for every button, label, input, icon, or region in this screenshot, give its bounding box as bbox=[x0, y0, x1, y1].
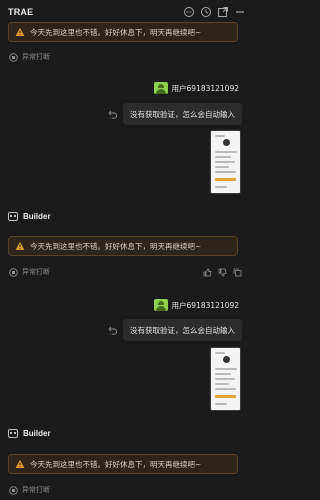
robot-icon bbox=[8, 428, 18, 438]
message-bubble: 没有获取验证，怎么会自动输入 bbox=[123, 319, 242, 341]
interrupt-status: 异常打断 bbox=[9, 484, 50, 496]
chat-icon[interactable] bbox=[183, 6, 195, 18]
warning-banner: 今天先到这里也不错。好好休息下，明天再继续吧~ bbox=[8, 454, 238, 474]
interrupt-icon bbox=[9, 52, 18, 62]
user-header: 用户69183121092 bbox=[153, 81, 240, 95]
warning-icon bbox=[15, 459, 25, 468]
interrupt-text: 异常打断 bbox=[22, 486, 50, 494]
builder-label: Builder bbox=[23, 211, 51, 221]
username: 用户69183121092 bbox=[171, 300, 240, 310]
interrupt-icon bbox=[9, 267, 18, 277]
minimize-icon[interactable] bbox=[234, 6, 246, 18]
title-actions bbox=[183, 6, 246, 18]
warning-text: 今天先到这里也不错。好好休息下，明天再继续吧~ bbox=[30, 241, 202, 251]
thumbs-up-icon[interactable] bbox=[203, 268, 212, 277]
builder-label: Builder bbox=[23, 428, 51, 438]
message-actions bbox=[203, 268, 242, 277]
interrupt-status: 异常打断 bbox=[9, 51, 50, 63]
thumbs-down-icon[interactable] bbox=[218, 268, 227, 277]
username: 用户69183121092 bbox=[171, 83, 240, 93]
warning-icon bbox=[15, 241, 25, 250]
screenshot-thumbnail[interactable] bbox=[210, 130, 241, 194]
interrupt-text: 异常打断 bbox=[22, 268, 50, 276]
warning-text: 今天先到这里也不错。好好休息下，明天再继续吧~ bbox=[30, 459, 202, 469]
builder-header: Builder bbox=[8, 210, 51, 222]
warning-text: 今天先到这里也不错。好好休息下，明天再继续吧~ bbox=[30, 27, 202, 37]
copy-icon[interactable] bbox=[233, 268, 242, 277]
warning-banner: 今天先到这里也不错。好好休息下，明天再继续吧~ bbox=[8, 236, 238, 256]
user-header: 用户69183121092 bbox=[153, 298, 240, 312]
robot-icon bbox=[8, 211, 18, 221]
warning-banner: 今天先到这里也不错。好好休息下，明天再继续吧~ bbox=[8, 22, 238, 42]
message-row: 没有获取验证，怎么会自动输入 bbox=[108, 103, 242, 125]
interrupt-icon bbox=[9, 485, 18, 495]
title-bar: TRAE bbox=[0, 0, 250, 24]
undo-icon[interactable] bbox=[108, 109, 118, 119]
warning-icon bbox=[15, 27, 25, 36]
screenshot-thumbnail[interactable] bbox=[210, 347, 241, 411]
app-title: TRAE bbox=[8, 7, 34, 17]
avatar bbox=[153, 82, 168, 94]
interrupt-text: 异常打断 bbox=[22, 53, 50, 61]
builder-header: Builder bbox=[8, 427, 51, 439]
history-icon[interactable] bbox=[200, 6, 212, 18]
open-external-icon[interactable] bbox=[217, 6, 229, 18]
message-row: 没有获取验证，怎么会自动输入 bbox=[108, 319, 242, 341]
interrupt-status: 异常打断 bbox=[9, 266, 50, 278]
message-bubble: 没有获取验证，怎么会自动输入 bbox=[123, 103, 242, 125]
avatar bbox=[153, 299, 168, 311]
undo-icon[interactable] bbox=[108, 325, 118, 335]
